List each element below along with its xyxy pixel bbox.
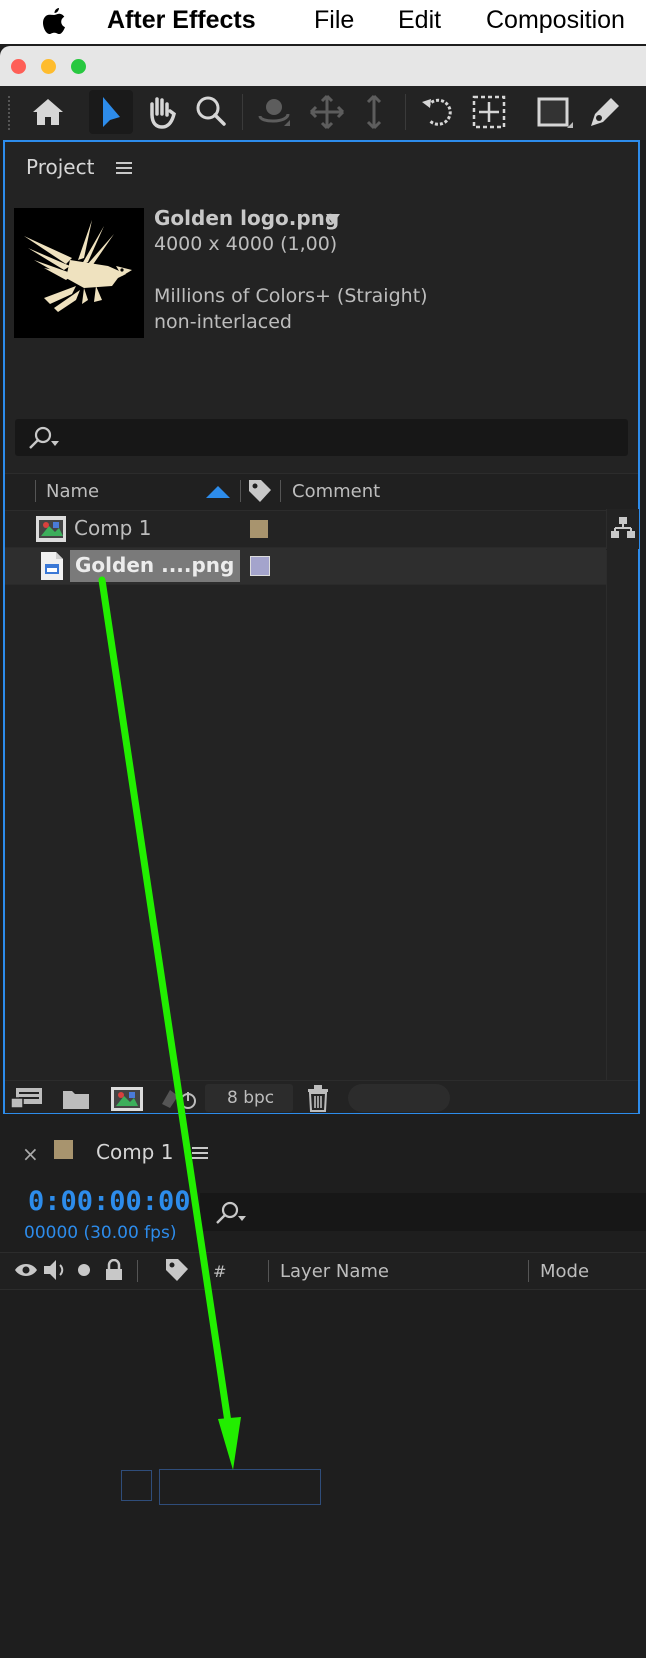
project-settings-icon[interactable] <box>160 1086 198 1112</box>
label-color-swatch[interactable] <box>250 520 268 538</box>
toolbar-grip[interactable] <box>8 96 16 130</box>
comment-column-header[interactable]: Comment <box>292 481 380 502</box>
comp-tab-color-swatch <box>54 1140 73 1159</box>
selection-tool[interactable] <box>89 90 133 134</box>
home-tool[interactable] <box>26 90 70 134</box>
project-item-name[interactable]: Golden ....png <box>75 553 234 577</box>
toolbar-separator <box>242 94 243 130</box>
preview-dimensions: 4000 x 4000 (1,00) <box>154 233 338 255</box>
trash-icon[interactable] <box>306 1084 330 1112</box>
pan-behind-tool[interactable] <box>467 90 511 134</box>
orbit-camera-tool[interactable] <box>252 90 296 134</box>
timeline-search-input[interactable] <box>200 1193 646 1231</box>
flowchart-icon <box>611 517 635 538</box>
project-item-row[interactable]: Comp 1 <box>5 511 606 548</box>
zoom-window-button[interactable] <box>71 59 86 74</box>
hand-tool[interactable] <box>139 90 183 134</box>
apple-icon[interactable] <box>40 6 68 38</box>
new-folder-icon[interactable] <box>62 1088 90 1110</box>
project-search-input[interactable] <box>15 419 628 456</box>
rectangle-tool-icon <box>537 97 573 128</box>
pan-camera-tool[interactable] <box>305 90 349 134</box>
timeline-panel-menu-button[interactable] <box>192 1145 208 1165</box>
window-title-bar <box>0 46 646 86</box>
rotation-tool-icon <box>422 98 452 126</box>
footage-thumbnail <box>14 208 144 338</box>
dolly-camera-tool[interactable] <box>352 90 396 134</box>
column-divider <box>528 1260 529 1282</box>
footage-file-icon <box>41 552 63 580</box>
column-divider <box>137 1260 138 1282</box>
column-divider <box>280 480 281 502</box>
project-panel-menu-button[interactable] <box>116 160 132 180</box>
golden-eagle-logo-icon <box>24 220 132 312</box>
pen-tool-icon <box>591 98 619 126</box>
hand-tool-icon <box>150 97 176 129</box>
preview-interlace: non-interlaced <box>154 311 292 333</box>
layer-name-column-header[interactable]: Layer Name <box>280 1261 389 1282</box>
orbit-camera-icon <box>258 99 290 126</box>
current-timecode[interactable]: 0:00:00:00 <box>28 1186 191 1217</box>
name-column-header[interactable]: Name <box>46 481 99 502</box>
selection-tool-icon <box>103 97 120 127</box>
layer-drop-target-checkbox <box>121 1470 152 1501</box>
zoom-tool-icon <box>196 96 226 126</box>
toolbar-separator <box>405 94 406 130</box>
thumbnail-size-slider[interactable] <box>348 1084 450 1112</box>
menu-edit[interactable]: Edit <box>398 6 441 35</box>
speaker-icon[interactable] <box>42 1259 68 1281</box>
menu-bar: After Effects File Edit Composition <box>0 0 646 44</box>
column-divider <box>268 1260 269 1282</box>
layer-number-column-header[interactable]: # <box>213 1262 226 1281</box>
lock-icon[interactable] <box>104 1259 124 1281</box>
bit-depth-button[interactable]: 8 bpc <box>205 1084 293 1112</box>
minimize-window-button[interactable] <box>41 59 56 74</box>
preview-color-depth: Millions of Colors+ (Straight) <box>154 285 428 307</box>
mode-column-header[interactable]: Mode <box>540 1261 589 1282</box>
hamburger-menu-icon <box>192 1147 208 1159</box>
preview-dropdown-icon[interactable] <box>326 214 340 224</box>
pen-tool[interactable] <box>583 90 627 134</box>
new-composition-icon[interactable] <box>110 1086 144 1112</box>
pan-camera-icon <box>309 94 345 130</box>
label-tag-icon[interactable] <box>247 478 273 504</box>
project-tab-label[interactable]: Project <box>26 155 94 179</box>
sort-ascending-icon[interactable] <box>206 484 230 498</box>
dolly-camera-icon <box>366 94 382 130</box>
interpret-footage-icon[interactable] <box>10 1086 44 1110</box>
preview-footage-name: Golden logo.png <box>154 206 340 230</box>
column-divider <box>240 480 241 502</box>
project-item-name: Comp 1 <box>74 516 152 540</box>
pan-behind-icon <box>472 95 506 129</box>
composition-icon <box>36 516 66 542</box>
close-tab-button[interactable]: × <box>22 1142 39 1166</box>
home-icon <box>33 99 63 125</box>
menu-app-name[interactable]: After Effects <box>107 6 256 35</box>
label-tag-icon[interactable] <box>164 1257 190 1283</box>
rotation-tool[interactable] <box>416 90 460 134</box>
scrollbar-track[interactable] <box>606 550 607 1080</box>
comp-tab-label[interactable]: Comp 1 <box>96 1140 173 1164</box>
menu-composition[interactable]: Composition <box>486 6 625 35</box>
hamburger-menu-icon <box>116 162 132 174</box>
bit-depth-label: 8 bpc <box>227 1088 275 1108</box>
close-window-button[interactable] <box>11 59 26 74</box>
search-icon <box>216 1201 246 1224</box>
menu-file[interactable]: File <box>314 6 354 35</box>
flowchart-button[interactable] <box>606 509 639 549</box>
column-divider <box>35 480 36 502</box>
rectangle-tool[interactable] <box>531 90 575 134</box>
project-item-row-selected[interactable]: Golden ....png <box>5 548 606 585</box>
solo-icon[interactable] <box>78 1264 90 1276</box>
frame-rate-info: 00000 (30.00 fps) <box>24 1223 177 1243</box>
layer-drop-target <box>159 1469 321 1505</box>
eye-icon[interactable] <box>14 1262 38 1278</box>
search-icon <box>29 426 59 449</box>
zoom-tool[interactable] <box>189 90 233 134</box>
label-color-swatch[interactable] <box>250 556 270 576</box>
